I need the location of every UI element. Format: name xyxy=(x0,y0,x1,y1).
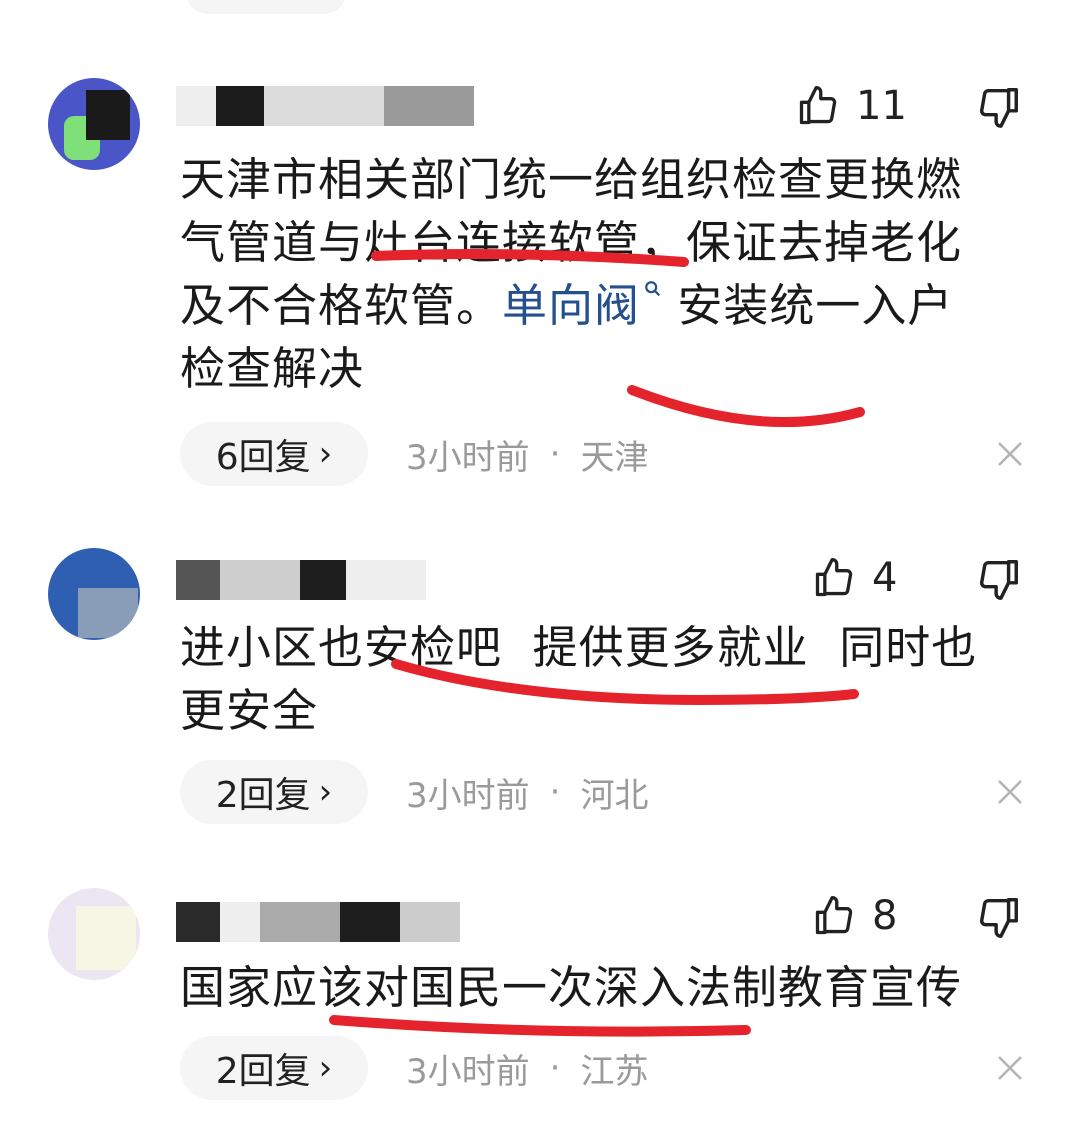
red-underline xyxy=(329,1015,751,1037)
comment-line: 进小区也安检吧 提供更多就业 同时也 xyxy=(180,621,978,674)
search-icon xyxy=(645,281,661,297)
username-redacted[interactable] xyxy=(176,902,496,942)
replies-button[interactable]: 2回复 › xyxy=(180,1036,368,1100)
thumbs-down-icon xyxy=(980,898,1018,938)
chevron-right-icon: › xyxy=(318,434,333,474)
timestamp: 3小时前 xyxy=(406,775,530,816)
comment-line: 气管道与灶台连接软管，保证去掉老化 xyxy=(180,216,963,269)
avatar[interactable] xyxy=(48,548,140,640)
avatar-image-part xyxy=(76,906,136,970)
like-button[interactable]: 4 xyxy=(812,556,897,600)
close-icon[interactable] xyxy=(994,776,1026,808)
search-link[interactable]: 单向阀 xyxy=(502,279,662,332)
timestamp: 3小时前 xyxy=(406,437,530,478)
comment-line: 国家应该对国民一次深入法制教育宣传 xyxy=(180,961,963,1014)
separator: · xyxy=(549,1048,561,1088)
comment-meta: 2回复 › 3小时前 · 江苏 xyxy=(180,1036,648,1100)
avatar-image-part xyxy=(78,588,138,638)
comment-line: 检查解决 xyxy=(180,342,365,395)
dislike-button[interactable] xyxy=(976,84,1022,134)
avatar-image-part xyxy=(86,90,130,140)
like-button[interactable]: 11 xyxy=(796,84,907,128)
location: 河北 xyxy=(580,775,649,816)
username-redacted[interactable] xyxy=(176,86,476,126)
comment-line: 更安全 xyxy=(180,684,319,737)
separator: · xyxy=(549,772,561,812)
replies-button[interactable]: 2回复 › xyxy=(180,760,368,824)
like-button[interactable]: 8 xyxy=(812,894,897,938)
chevron-right-icon: › xyxy=(318,772,333,812)
dislike-button[interactable] xyxy=(976,556,1022,606)
comment-meta: 6回复 › 3小时前 · 天津 xyxy=(180,422,648,486)
previous-reply-pill[interactable] xyxy=(186,0,346,14)
username-redacted[interactable] xyxy=(176,560,446,600)
close-icon[interactable] xyxy=(994,438,1026,470)
thumbs-down-icon xyxy=(980,88,1018,128)
thumbs-down-icon xyxy=(980,560,1018,600)
location: 天津 xyxy=(580,437,649,478)
thumbs-up-icon xyxy=(815,558,853,597)
comment-text: 国家应该对国民一次深入法制教育宣传 xyxy=(180,956,1010,1019)
comment-line: 及不合格软管。单向阀 安装统一入户 xyxy=(180,279,954,332)
thumbs-up-icon xyxy=(815,896,853,935)
comment-text: 进小区也安检吧 提供更多就业 同时也 更安全 xyxy=(180,616,1010,742)
close-icon[interactable] xyxy=(994,1052,1026,1084)
comment-line: 天津市相关部门统一给组织检查更换燃 xyxy=(180,153,963,206)
like-count: 4 xyxy=(872,555,898,601)
like-count: 8 xyxy=(872,893,898,939)
location: 江苏 xyxy=(580,1051,649,1092)
avatar[interactable] xyxy=(48,78,140,170)
separator: · xyxy=(549,434,561,474)
dislike-button[interactable] xyxy=(976,894,1022,944)
timestamp: 3小时前 xyxy=(406,1051,530,1092)
replies-button[interactable]: 6回复 › xyxy=(180,422,368,486)
thumbs-up-icon xyxy=(799,86,837,125)
avatar[interactable] xyxy=(48,888,140,980)
comment-text: 天津市相关部门统一给组织检查更换燃 气管道与灶台连接软管，保证去掉老化 及不合格… xyxy=(180,148,1010,400)
like-count: 11 xyxy=(856,83,907,129)
comment-meta: 2回复 › 3小时前 · 河北 xyxy=(180,760,648,824)
chevron-right-icon: › xyxy=(318,1048,333,1088)
